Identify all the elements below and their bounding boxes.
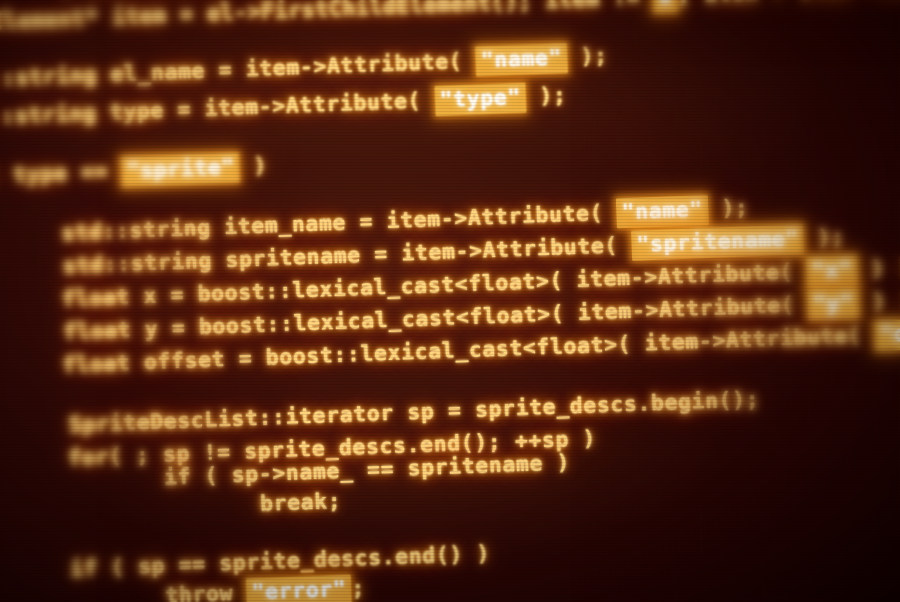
highlighted-string-literal: "offset": [874, 316, 900, 351]
code-text: break;: [259, 488, 342, 517]
code-text: );: [566, 43, 609, 71]
code-line: throw "error";: [164, 574, 366, 602]
code-text: throw: [164, 580, 248, 602]
code-text: ;: [350, 576, 366, 602]
monitor-photo: ( XMLElement* item = el->FirstChildEleme…: [0, 0, 900, 602]
highlighted-string-literal: "error": [246, 574, 352, 602]
code-text: );: [707, 195, 749, 222]
code-text: ): [239, 153, 268, 180]
code-text: );: [525, 83, 567, 110]
code-line: break;: [259, 488, 342, 517]
highlighted-string-literal: "sprite": [121, 152, 241, 187]
code-text: );: [803, 224, 845, 252]
highlighted-string-literal: "name": [475, 43, 568, 77]
highlighted-string-literal: "x": [806, 255, 858, 288]
code-text: ) );: [870, 254, 900, 282]
highlighted-string-literal: 0: [653, 0, 678, 13]
highlighted-string-literal: "name": [616, 194, 709, 229]
highlighted-string-literal: "type": [434, 82, 527, 117]
code-text: ) );: [871, 288, 900, 315]
highlighted-string-literal: "y": [807, 288, 860, 321]
